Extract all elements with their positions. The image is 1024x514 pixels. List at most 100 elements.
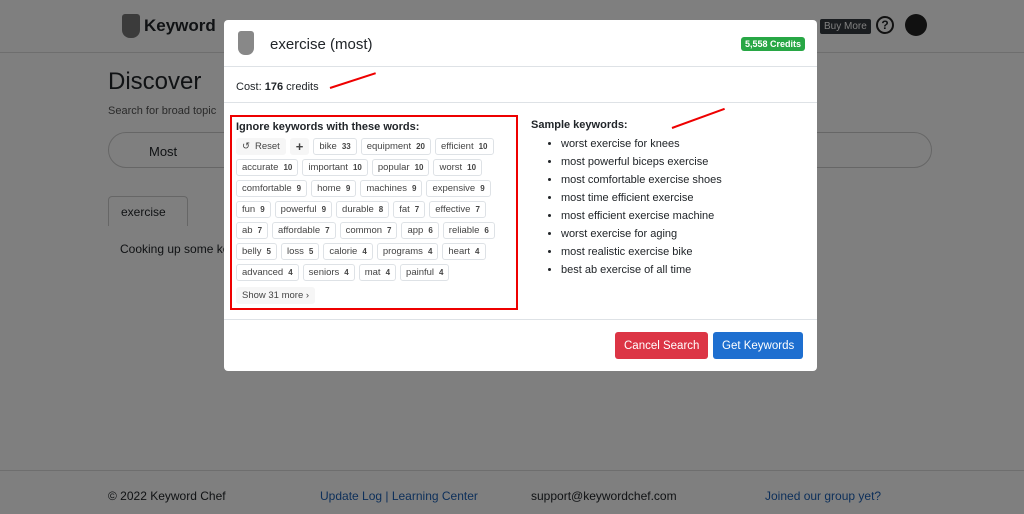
cost-label: Cost: bbox=[236, 81, 262, 93]
cancel-search-button[interactable]: Cancel Search bbox=[615, 332, 709, 359]
chip-count: 9 bbox=[296, 184, 302, 193]
chip-word: affordable bbox=[278, 225, 321, 236]
ignore-word-chip[interactable]: fat 7 bbox=[393, 201, 426, 218]
ignore-word-chip[interactable]: advanced 4 bbox=[236, 264, 299, 281]
chip-count: 10 bbox=[478, 142, 488, 151]
reset-label: Reset bbox=[254, 141, 280, 152]
ignore-word-chip[interactable]: expensive 9 bbox=[426, 180, 491, 197]
chip-word: durable bbox=[342, 204, 374, 215]
ignore-word-chip[interactable]: durable 8 bbox=[336, 201, 390, 218]
chip-word: ab bbox=[242, 225, 253, 236]
ignore-word-chip[interactable]: accurate 10 bbox=[236, 159, 299, 176]
chip-count: 4 bbox=[362, 247, 367, 256]
chip-count: 9 bbox=[411, 184, 417, 193]
ignore-word-chip[interactable]: seniors 4 bbox=[302, 264, 355, 281]
ignore-word-chip[interactable]: machines 9 bbox=[360, 180, 423, 197]
credits-badge: 5,558 Credits bbox=[740, 37, 805, 51]
reset-button[interactable]: ↺ Reset bbox=[236, 138, 286, 155]
chip-word: belly bbox=[242, 246, 262, 257]
ignore-word-chip[interactable]: loss 5 bbox=[281, 243, 320, 260]
ignore-word-chip[interactable]: equipment 20 bbox=[360, 138, 432, 155]
sample-keyword: most realistic exercise bike bbox=[561, 243, 722, 261]
ignore-word-chip[interactable]: painful 4 bbox=[400, 264, 450, 281]
ignore-word-chip[interactable]: worst 10 bbox=[433, 159, 483, 176]
chef-icon bbox=[238, 31, 254, 55]
ignore-word-chip[interactable]: home 9 bbox=[311, 180, 357, 197]
cost-unit: credits bbox=[286, 81, 319, 93]
sample-keyword: worst exercise for knees bbox=[561, 135, 722, 153]
chip-word: home bbox=[317, 183, 341, 194]
chip-word: calorie bbox=[329, 246, 358, 257]
add-word-button[interactable]: + bbox=[289, 138, 310, 155]
chip-word: reliable bbox=[448, 225, 480, 236]
ignore-word-chip[interactable]: belly 5 bbox=[236, 243, 277, 260]
sample-keywords: Sample keywords: worst exercise for knee… bbox=[531, 119, 722, 279]
chip-word: efficient bbox=[441, 141, 474, 152]
ignore-words-panel: Ignore keywords with these words: ↺ Reset… bbox=[230, 115, 518, 310]
show-more-button[interactable]: Show 31 more › bbox=[236, 287, 316, 304]
ignore-word-chip[interactable]: app 6 bbox=[401, 222, 439, 239]
sample-list: worst exercise for kneesmost powerful bi… bbox=[531, 135, 722, 279]
sample-keyword: most efficient exercise machine bbox=[561, 207, 722, 225]
chip-count: 4 bbox=[427, 247, 433, 256]
chip-count: 7 bbox=[387, 226, 392, 235]
ignore-word-chip[interactable]: popular 10 bbox=[371, 159, 430, 176]
chip-count: 20 bbox=[416, 142, 426, 151]
chip-count: 8 bbox=[378, 205, 384, 214]
search-modal: exercise (most) 5,558 Credits Cost: 176 … bbox=[224, 20, 817, 371]
chip-count: 4 bbox=[475, 247, 480, 256]
chip-word: fat bbox=[399, 204, 410, 215]
get-keywords-button[interactable]: Get Keywords bbox=[713, 332, 804, 359]
chip-word: important bbox=[308, 162, 348, 173]
ignore-word-chip[interactable]: reliable 6 bbox=[442, 222, 495, 239]
chip-count: 4 bbox=[288, 268, 293, 277]
chip-word: app bbox=[407, 225, 424, 236]
undo-icon: ↺ bbox=[242, 141, 250, 152]
chip-count: 10 bbox=[352, 163, 362, 172]
ignore-word-chip[interactable]: comfortable 9 bbox=[236, 180, 308, 197]
chip-count: 33 bbox=[341, 142, 351, 151]
sample-keyword: worst exercise for aging bbox=[561, 225, 722, 243]
chip-word: machines bbox=[366, 183, 407, 194]
chip-word: seniors bbox=[308, 267, 340, 278]
chip-count: 10 bbox=[414, 163, 424, 172]
chip-word: common bbox=[345, 225, 383, 236]
sample-keyword: most time efficient exercise bbox=[561, 189, 722, 207]
chip-count: 9 bbox=[480, 184, 485, 193]
chip-word: equipment bbox=[366, 141, 412, 152]
ignore-word-chip[interactable]: heart 4 bbox=[442, 243, 486, 260]
ignore-word-chip[interactable]: programs 4 bbox=[376, 243, 439, 260]
chip-count: 5 bbox=[266, 247, 271, 256]
chip-word: advanced bbox=[242, 267, 284, 278]
ignore-word-chip[interactable]: important 10 bbox=[302, 159, 368, 176]
chip-word: loss bbox=[287, 246, 304, 257]
chip-count: 6 bbox=[428, 226, 433, 235]
ignore-title: Ignore keywords with these words: bbox=[236, 121, 420, 133]
chip-count: 4 bbox=[344, 268, 349, 277]
ignore-word-chip[interactable]: common 7 bbox=[339, 222, 398, 239]
sample-keyword: most comfortable exercise shoes bbox=[561, 171, 722, 189]
ignore-word-chip[interactable]: fun 9 bbox=[236, 201, 271, 218]
ignore-word-chip[interactable]: bike 33 bbox=[313, 138, 357, 155]
chip-word: programs bbox=[382, 246, 423, 257]
chip-word: bike bbox=[319, 141, 337, 152]
ignore-word-chip[interactable]: ab 7 bbox=[236, 222, 269, 239]
ignore-word-chip[interactable]: calorie 4 bbox=[323, 243, 373, 260]
chip-count: 5 bbox=[308, 247, 314, 256]
chip-word: comfortable bbox=[242, 183, 292, 194]
chip-count: 10 bbox=[283, 163, 293, 172]
ignore-word-chip[interactable]: efficient 10 bbox=[435, 138, 494, 155]
ignore-word-chip[interactable]: powerful 9 bbox=[274, 201, 333, 218]
sample-keyword: most powerful biceps exercise bbox=[561, 153, 722, 171]
ignore-word-chip[interactable]: effective 7 bbox=[429, 201, 486, 218]
chip-word: worst bbox=[439, 162, 463, 173]
ignore-word-chip[interactable]: affordable 7 bbox=[272, 222, 336, 239]
chip-word: mat bbox=[364, 267, 381, 278]
chip-word: popular bbox=[377, 162, 410, 173]
chip-count: 7 bbox=[475, 205, 480, 214]
cost-line: Cost: 176 credits bbox=[224, 67, 817, 103]
ignore-word-chip[interactable]: mat 4 bbox=[358, 264, 397, 281]
chip-count: 10 bbox=[467, 163, 477, 172]
chip-word: accurate bbox=[242, 162, 279, 173]
chip-word: powerful bbox=[280, 204, 317, 215]
